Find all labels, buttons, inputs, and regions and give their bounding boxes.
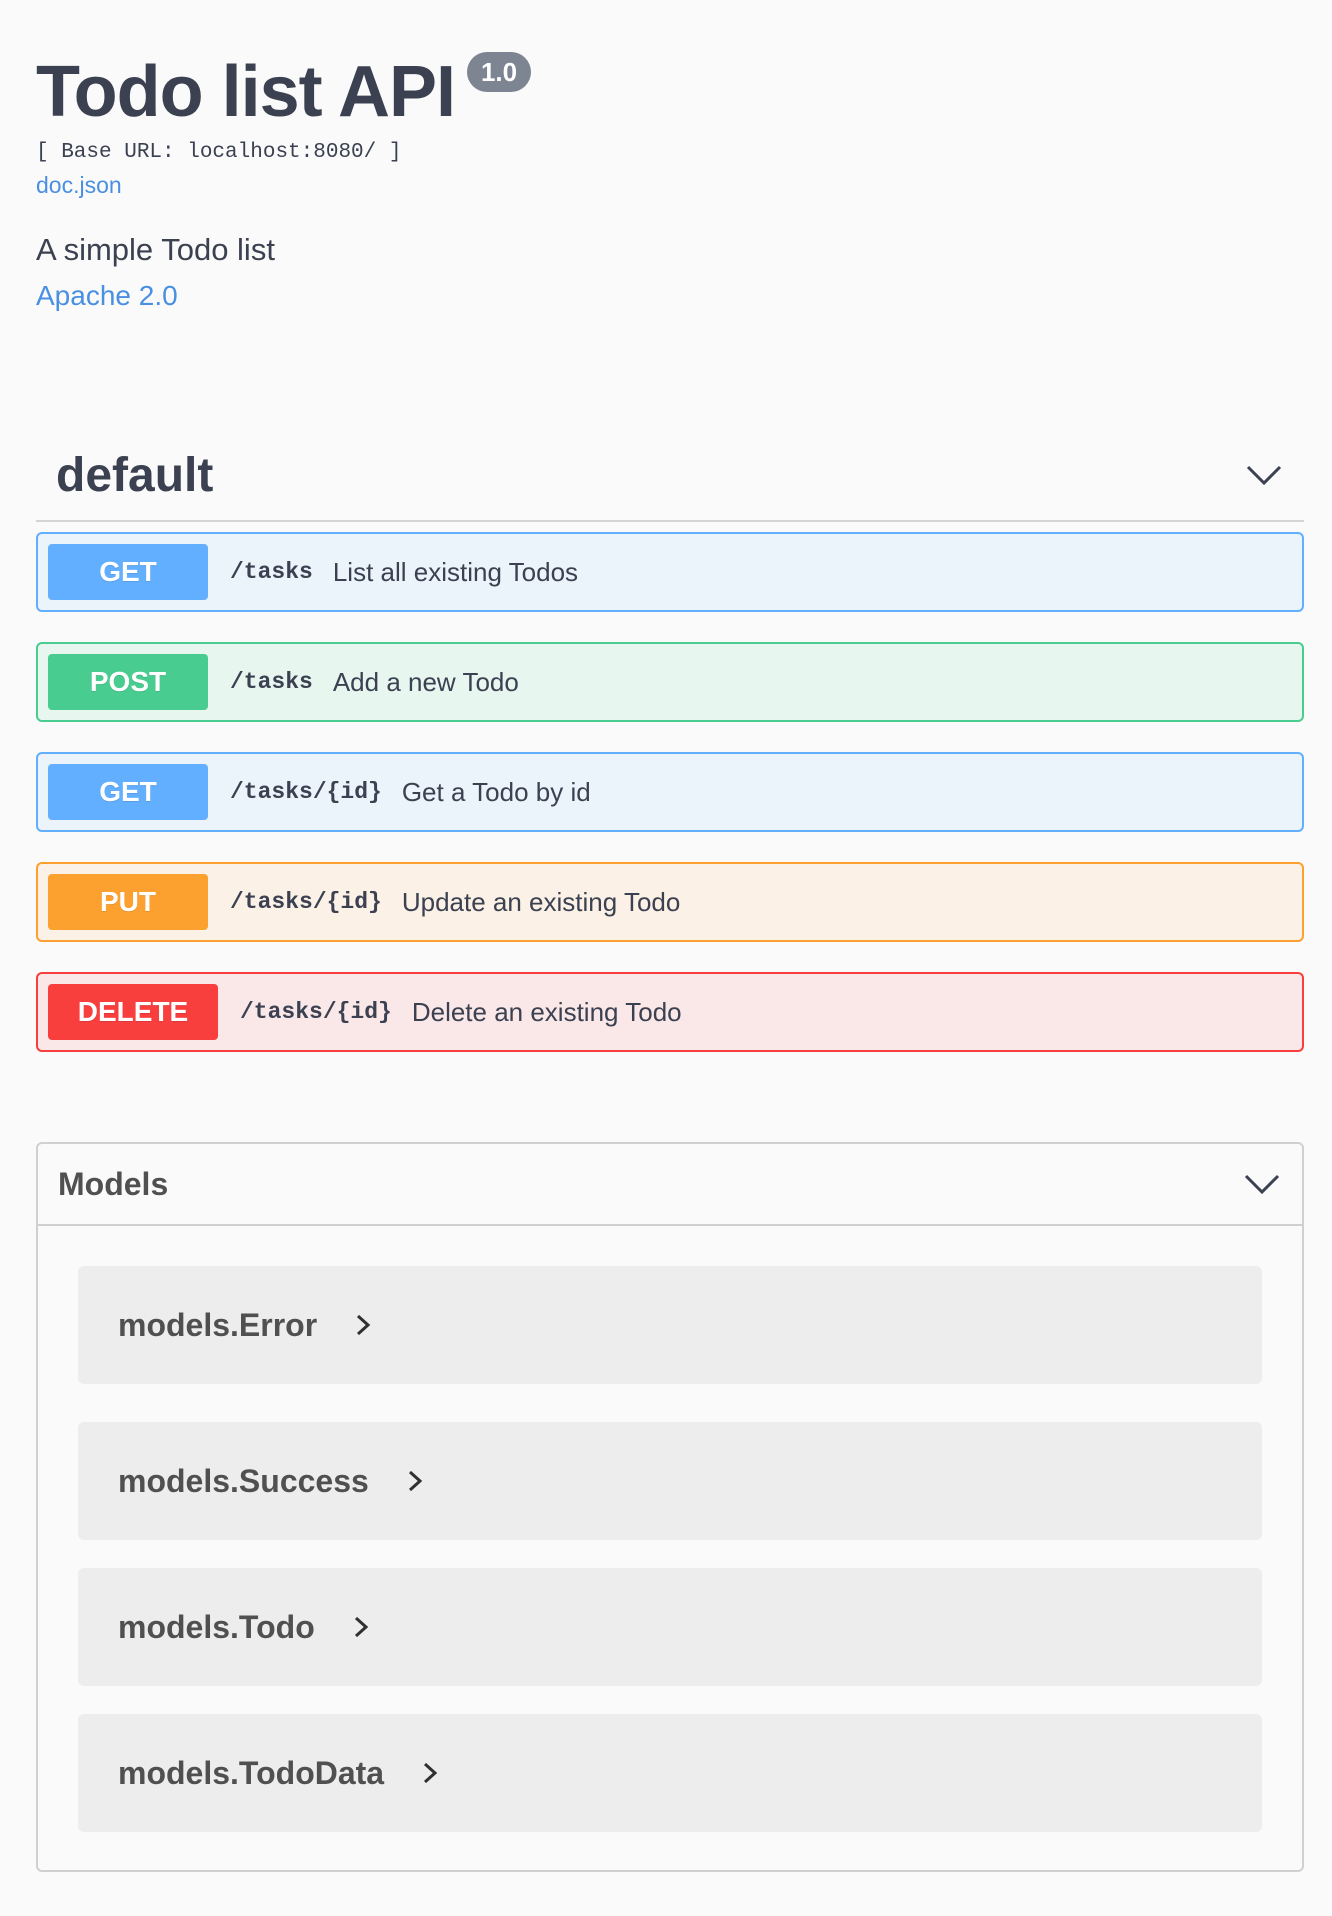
- operation-summary: Add a new Todo: [332, 666, 519, 697]
- version-badge: 1.0: [466, 52, 532, 92]
- tag-default-header[interactable]: default: [36, 430, 1304, 522]
- operation-delete-task[interactable]: DELETE /tasks/{id} Delete an existing To…: [36, 972, 1304, 1052]
- operation-get-task-by-id[interactable]: GET /tasks/{id} Get a Todo by id: [36, 752, 1304, 832]
- method-badge: GET: [48, 764, 208, 820]
- operation-path: /tasks/{id}: [240, 999, 392, 1025]
- models-title: Models: [58, 1165, 169, 1202]
- model-list: models.Error models.Success models.Todo …: [38, 1226, 1302, 1832]
- api-info: Todo list API 1.0 [ Base URL: localhost:…: [36, 50, 1296, 314]
- operation-summary: Delete an existing Todo: [411, 996, 682, 1027]
- operation-post-tasks[interactable]: POST /tasks Add a new Todo: [36, 642, 1304, 722]
- chevron-down-icon[interactable]: [1244, 455, 1284, 495]
- method-badge: PUT: [48, 874, 208, 930]
- base-url: [ Base URL: localhost:8080/ ]: [36, 141, 402, 164]
- model-item-tododata[interactable]: models.TodoData: [78, 1714, 1262, 1832]
- operation-path: /tasks: [230, 669, 313, 695]
- method-badge: POST: [48, 654, 208, 710]
- model-name: models.Todo: [118, 1608, 315, 1645]
- model-item-todo[interactable]: models.Todo: [78, 1568, 1262, 1686]
- model-item-error[interactable]: models.Error: [78, 1266, 1262, 1384]
- license-link[interactable]: Apache 2.0: [36, 278, 178, 314]
- operations-list: GET /tasks List all existing Todos POST …: [36, 532, 1304, 1082]
- swagger-ui-page: Todo list API 1.0 [ Base URL: localhost:…: [0, 0, 1332, 1916]
- model-name: models.Error: [118, 1306, 318, 1343]
- chevron-down-icon[interactable]: [1242, 1164, 1282, 1204]
- tag-title: default: [56, 448, 214, 502]
- chevron-right-icon[interactable]: [416, 1759, 444, 1787]
- method-badge: GET: [48, 544, 208, 600]
- operation-path: /tasks/{id}: [230, 779, 382, 805]
- title-row: Todo list API 1.0: [36, 50, 1296, 134]
- operation-summary: Update an existing Todo: [401, 886, 681, 917]
- operation-summary: List all existing Todos: [332, 556, 579, 587]
- chevron-right-icon[interactable]: [401, 1467, 429, 1495]
- operation-path: /tasks/{id}: [230, 889, 382, 915]
- operation-put-task[interactable]: PUT /tasks/{id} Update an existing Todo: [36, 862, 1304, 942]
- model-name: models.TodoData: [118, 1754, 385, 1791]
- chevron-right-icon[interactable]: [349, 1311, 377, 1339]
- chevron-right-icon[interactable]: [347, 1613, 375, 1641]
- models-header[interactable]: Models: [38, 1144, 1302, 1226]
- api-description: A simple Todo list: [36, 232, 275, 267]
- model-name: models.Success: [118, 1462, 369, 1499]
- model-item-success[interactable]: models.Success: [78, 1422, 1262, 1540]
- operation-get-tasks[interactable]: GET /tasks List all existing Todos: [36, 532, 1304, 612]
- models-section: Models models.Error models.Success model…: [36, 1142, 1304, 1872]
- operation-summary: Get a Todo by id: [401, 776, 591, 807]
- operation-path: /tasks: [230, 559, 313, 585]
- api-title: Todo list API: [36, 52, 456, 132]
- method-badge: DELETE: [48, 984, 218, 1040]
- doc-json-link[interactable]: doc.json: [36, 170, 122, 200]
